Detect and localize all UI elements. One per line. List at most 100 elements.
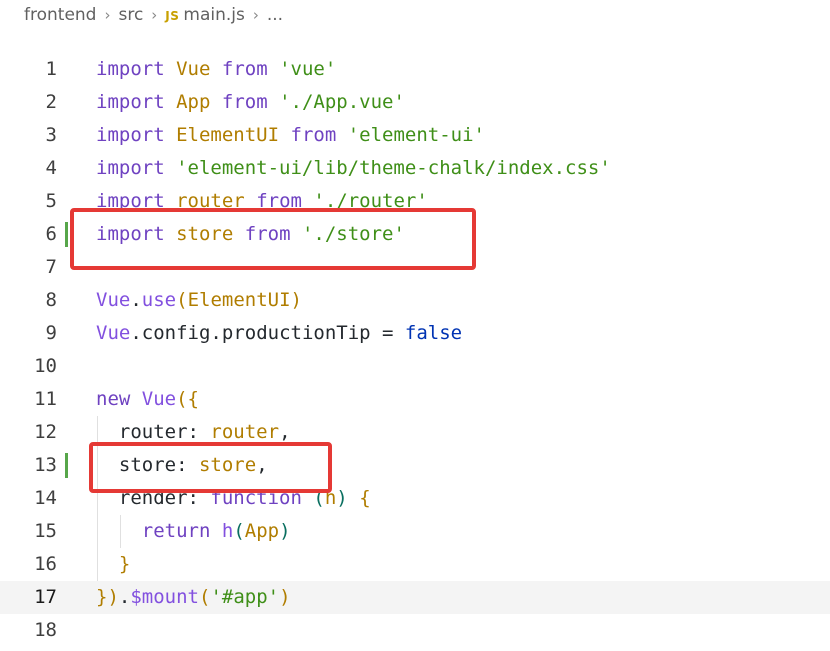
line-number: 8	[45, 289, 57, 311]
line-number: 4	[45, 157, 57, 179]
code-token: Vue	[96, 289, 131, 311]
code-line[interactable]: 4 import 'element-ui/lib/theme-chalk/inde…	[0, 152, 830, 185]
code-token: use	[141, 289, 177, 311]
code-line[interactable]: 3 import ElementUI from 'element-ui'	[0, 119, 830, 152]
line-number: 10	[34, 355, 57, 377]
code-token: config	[141, 322, 211, 344]
modified-line-marker	[65, 453, 68, 478]
code-text: import Vue from 'vue'	[96, 53, 336, 86]
code-token: Vue	[141, 388, 177, 410]
code-token: import	[96, 91, 165, 113]
line-number: 9	[45, 322, 57, 344]
code-line[interactable]: 17}).$mount('#app')	[0, 581, 830, 614]
code-token: false	[404, 322, 463, 344]
code-token: (	[198, 586, 211, 608]
code-token: .	[118, 586, 131, 608]
code-line[interactable]: 10	[0, 350, 830, 383]
breadcrumb-folder-src[interactable]: src	[118, 5, 143, 25]
line-number: 3	[45, 124, 57, 146]
code-token: (	[233, 520, 245, 542]
code-line[interactable]: 1 import Vue from 'vue'	[0, 53, 830, 86]
chevron-right-icon: ›	[104, 6, 111, 24]
line-number: 14	[34, 487, 57, 509]
code-token: ({	[176, 388, 199, 410]
breadcrumb: frontend › src › JS main.js › ...	[24, 2, 283, 28]
code-line[interactable]: 18	[0, 614, 830, 647]
chevron-right-icon: ›	[252, 6, 259, 24]
code-line[interactable]: 11 new Vue({	[0, 383, 830, 416]
code-text: Vue.use(ElementUI)	[96, 284, 302, 317]
code-token: router	[210, 421, 280, 443]
code-text: return h(App)	[96, 515, 291, 548]
code-token: $mount	[130, 586, 199, 608]
code-token: )	[279, 520, 291, 542]
code-token: productionTip	[221, 322, 371, 344]
code-token: h	[221, 520, 234, 542]
code-token: 'element-ui'	[347, 124, 485, 146]
code-token: return	[141, 520, 211, 542]
code-token: }	[118, 553, 131, 575]
line-number: 6	[45, 223, 57, 245]
code-token: App	[244, 520, 280, 542]
code-token: '#app'	[210, 586, 280, 608]
code-token: from	[290, 124, 337, 146]
line-number: 13	[34, 454, 57, 476]
line-number: 12	[34, 421, 57, 443]
code-token: from	[221, 91, 268, 113]
code-text: }).$mount('#app')	[96, 581, 291, 614]
code-token: import	[96, 124, 165, 146]
annotation-box-import-store	[70, 208, 476, 270]
code-line[interactable]: 2 import App from './App.vue'	[0, 86, 830, 119]
code-editor[interactable]: 1 import Vue from 'vue' 2 import App from '…	[0, 53, 830, 647]
code-token: {	[359, 487, 371, 509]
code-line[interactable]: 8 Vue.use(ElementUI)	[0, 284, 830, 317]
line-number: 1	[45, 58, 57, 80]
breadcrumb-file[interactable]: JS main.js	[165, 5, 245, 25]
code-line[interactable]: 9 Vue.config.productionTip = false	[0, 317, 830, 350]
code-text: new Vue({	[96, 383, 199, 416]
code-line[interactable]: 15 return h(App)	[0, 515, 830, 548]
code-token: import	[96, 157, 165, 179]
code-text: Vue.config.productionTip = false	[96, 317, 462, 350]
line-number: 15	[34, 520, 57, 542]
line-number: 7	[45, 256, 57, 278]
code-token: })	[96, 586, 119, 608]
code-token: (	[176, 289, 188, 311]
modified-line-marker	[65, 222, 68, 247]
code-token: new	[96, 388, 131, 410]
line-number: 11	[34, 388, 57, 410]
code-token: router	[118, 421, 188, 443]
line-number: 18	[34, 619, 57, 641]
code-token: )	[279, 586, 291, 608]
code-line[interactable]: 16 }	[0, 548, 830, 581]
code-token: )	[290, 289, 302, 311]
code-text: import 'element-ui/lib/theme-chalk/index…	[96, 152, 611, 185]
code-token: .	[130, 322, 142, 344]
code-text: import ElementUI from 'element-ui'	[96, 119, 485, 152]
code-token: =	[370, 322, 405, 344]
code-token: ElementUI	[176, 124, 280, 146]
breadcrumb-symbols[interactable]: ...	[267, 5, 283, 25]
line-number: 16	[34, 553, 57, 575]
breadcrumb-folder-frontend[interactable]: frontend	[24, 5, 96, 25]
code-token: .	[210, 322, 222, 344]
code-token: Vue	[96, 322, 131, 344]
javascript-file-icon: JS	[165, 9, 180, 23]
line-number: 17	[34, 586, 57, 608]
code-token: ElementUI	[187, 289, 291, 311]
code-token: import	[96, 58, 165, 80]
